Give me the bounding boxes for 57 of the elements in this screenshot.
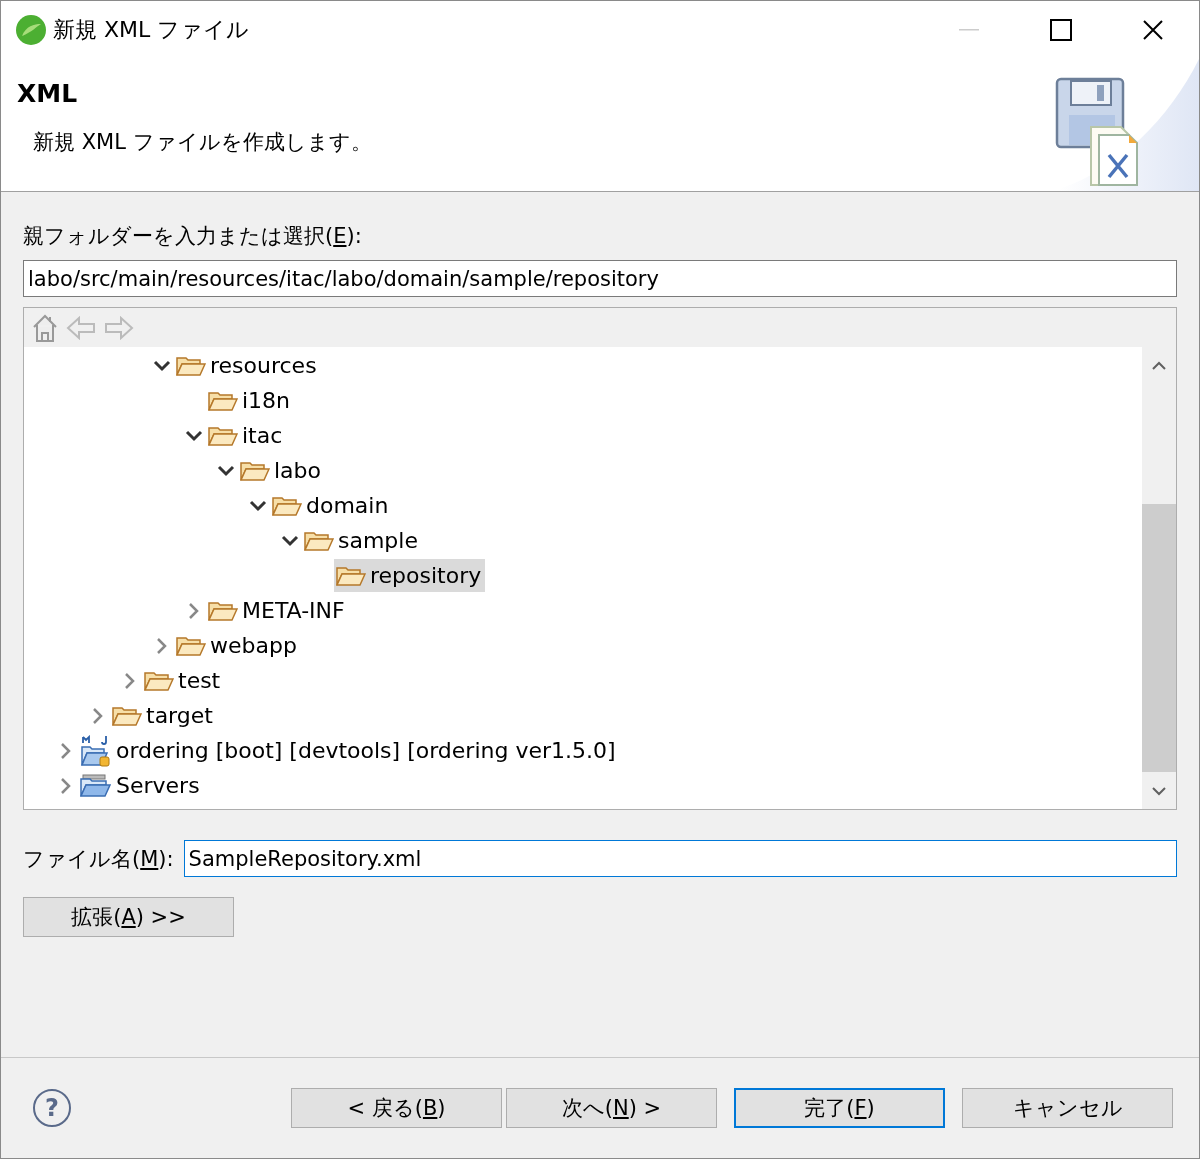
home-icon[interactable] <box>32 312 58 343</box>
chevron-right-icon[interactable] <box>92 706 104 725</box>
tree-item[interactable]: itac <box>206 419 287 452</box>
tree-item[interactable]: repository <box>334 559 486 592</box>
folder-icon <box>144 669 174 692</box>
folder-icon <box>112 704 142 727</box>
tree-item[interactable]: i18n <box>206 384 295 417</box>
scroll-down-icon[interactable] <box>1152 785 1166 796</box>
parent-folder-field[interactable]: labo/src/main/resources/itac/labo/domain/sample/repository <box>23 260 1177 297</box>
tree-item[interactable]: test <box>142 664 225 697</box>
tree-item[interactable]: ordering [boot] [devtools] [ordering ver1.5.0] <box>78 734 620 767</box>
dialog-button[interactable]: キャンセル <box>962 1088 1173 1128</box>
scroll-up-icon[interactable] <box>1152 360 1166 371</box>
tree-item[interactable]: META-INF <box>206 594 349 627</box>
window-title: 新規 XML ファイル <box>53 16 250 44</box>
file-name-label: ファイル名(M): <box>23 845 174 873</box>
project-folder-icon <box>80 734 112 767</box>
chevron-down-icon[interactable] <box>153 359 171 372</box>
folder-icon <box>240 459 270 482</box>
help-button[interactable]: ? <box>33 1089 71 1127</box>
advanced-button[interactable]: 拡張(A) >> <box>23 897 234 937</box>
close-icon[interactable] <box>1142 19 1164 41</box>
chevron-down-icon[interactable] <box>281 534 299 547</box>
tree-item[interactable]: resources <box>174 349 321 382</box>
tree-item[interactable]: target <box>110 699 217 732</box>
chevron-right-icon[interactable] <box>188 601 200 620</box>
folder-icon <box>208 424 238 447</box>
dialog-button[interactable]: 次へ(N) > <box>506 1088 717 1128</box>
chevron-right-icon[interactable] <box>124 671 136 690</box>
chevron-right-icon[interactable] <box>60 741 72 760</box>
folder-icon <box>176 634 206 657</box>
folder-icon <box>208 599 238 622</box>
tree-item[interactable]: domain <box>270 489 393 522</box>
chevron-down-icon[interactable] <box>217 464 235 477</box>
maximize-icon[interactable] <box>1050 19 1072 41</box>
tree-item[interactable]: Servers <box>78 769 204 802</box>
chevron-down-icon[interactable] <box>185 429 203 442</box>
folder-icon <box>208 389 238 412</box>
header-description: 新規 XML ファイルを作成します。 <box>32 129 372 156</box>
header-title: XML <box>17 79 79 108</box>
chevron-right-icon[interactable] <box>60 776 72 795</box>
scrollbar[interactable] <box>1142 347 1176 809</box>
folder-icon <box>336 564 366 587</box>
dialog-button[interactable]: < 戻る(B) <box>291 1088 502 1128</box>
tree-item[interactable]: labo <box>238 454 326 487</box>
file-name-field[interactable]: SampleRepository.xml <box>183 840 1177 877</box>
folder-icon <box>176 354 206 377</box>
leaf-logo-icon <box>15 14 47 46</box>
folder-icon <box>80 773 112 798</box>
tree-item[interactable]: sample <box>302 524 422 557</box>
parent-folder-label: 親フォルダーを入力または選択(E): <box>23 223 363 250</box>
dialog-button[interactable]: 完了(F) <box>734 1088 945 1128</box>
tree-item[interactable]: webapp <box>174 629 301 662</box>
chevron-right-icon[interactable] <box>156 636 168 655</box>
folder-icon <box>304 529 334 552</box>
folder-icon <box>272 494 302 517</box>
chevron-down-icon[interactable] <box>249 499 267 512</box>
